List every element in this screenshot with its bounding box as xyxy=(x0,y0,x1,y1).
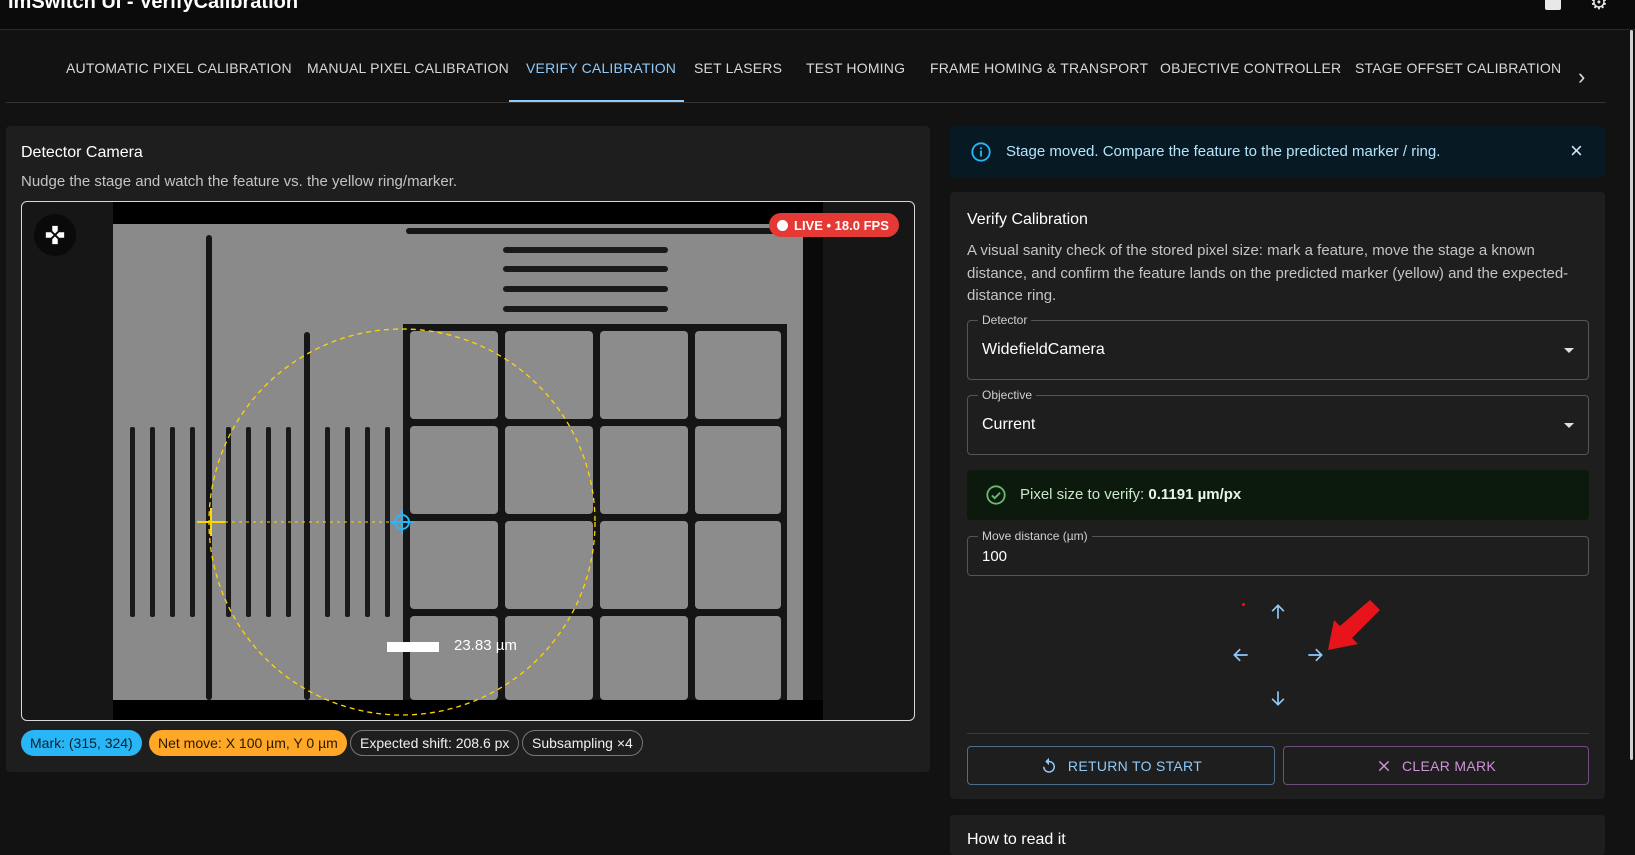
return-to-start-button[interactable]: RETURN TO START xyxy=(967,746,1275,785)
move-distance-label: Move distance (µm) xyxy=(978,529,1092,543)
tab-objective-controller[interactable]: OBJECTIVE CONTROLLER xyxy=(1160,60,1341,103)
tab-automatic-pixel-calibration[interactable]: AUTOMATIC PIXEL CALIBRATION xyxy=(66,60,292,103)
info-icon xyxy=(971,142,991,162)
camera-image[interactable]: 23.83 µm xyxy=(113,202,823,720)
pixel-size-label: Pixel size to verify: xyxy=(1020,486,1149,503)
mark-chip: Mark: (315, 324) xyxy=(21,730,142,756)
clear-mark-button[interactable]: CLEAR MARK xyxy=(1283,746,1589,785)
chevron-down-icon xyxy=(1564,348,1574,353)
annotation-arrow-icon xyxy=(1328,600,1380,650)
divider xyxy=(967,733,1589,734)
move-down-button[interactable] xyxy=(1263,683,1293,713)
gamepad-icon[interactable] xyxy=(34,214,76,256)
arrow-left-icon xyxy=(1233,648,1248,662)
live-fps-text: LIVE • 18.0 FPS xyxy=(794,217,889,233)
objective-value: Current xyxy=(982,416,1036,433)
tab-stage-offset-calibration[interactable]: STAGE OFFSET CALIBRATION xyxy=(1355,60,1561,103)
alert-message: Stage moved. Compare the feature to the … xyxy=(1006,143,1441,160)
arrow-up-icon xyxy=(1271,604,1285,619)
tab-bar: AUTOMATIC PIXEL CALIBRATION MANUAL PIXEL… xyxy=(6,30,1606,103)
chevron-down-icon xyxy=(1564,423,1574,428)
detector-label: Detector xyxy=(978,313,1032,327)
objective-select[interactable]: Objective Current xyxy=(967,388,1589,455)
how-to-title: How to read it xyxy=(967,831,1066,848)
camera-view[interactable]: 23.83 µm LIVE • 18.0 FPS xyxy=(21,201,915,721)
camera-title: Detector Camera xyxy=(21,144,143,161)
scrollbar[interactable] xyxy=(1630,30,1633,760)
move-up-button[interactable] xyxy=(1263,597,1293,627)
expected-shift-chip: Expected shift: 208.6 px xyxy=(350,730,520,756)
verify-description: A visual sanity check of the stored pixe… xyxy=(967,242,1569,304)
app-title: ImSwitch UI - VerifyCalibration xyxy=(8,0,299,13)
live-dot-icon xyxy=(777,219,788,231)
tab-manual-pixel-calibration[interactable]: MANUAL PIXEL CALIBRATION xyxy=(307,60,509,103)
detector-value: WidefieldCamera xyxy=(982,341,1105,358)
verify-title: Verify Calibration xyxy=(967,211,1088,228)
app-bar: ImSwitch UI - VerifyCalibration ⚙ xyxy=(0,0,1635,30)
tab-test-homing[interactable]: TEST HOMING xyxy=(806,60,905,103)
objective-label: Objective xyxy=(978,388,1037,402)
move-distance-field[interactable]: Move distance (µm) 100 xyxy=(967,529,1589,576)
live-fps-badge: LIVE • 18.0 FPS xyxy=(769,213,899,237)
pixel-size-alert: Pixel size to verify: 0.1191 µm/px xyxy=(967,470,1589,520)
tab-set-lasers[interactable]: SET LASERS xyxy=(694,60,782,103)
pixel-size-value: 0.1191 µm/px xyxy=(1148,486,1242,503)
pixel-size-text: Pixel size to verify: 0.1191 µm/px xyxy=(1020,486,1241,503)
window-icon[interactable] xyxy=(1545,0,1561,10)
scale-bar xyxy=(387,642,439,652)
tabs-scroll-right-icon[interactable]: › xyxy=(1578,64,1585,90)
scale-bar-label: 23.83 µm xyxy=(454,637,517,654)
verify-panel: Verify Calibration A visual sanity check… xyxy=(950,192,1605,799)
how-to-panel: How to read it xyxy=(950,815,1605,855)
close-icon[interactable]: × xyxy=(1570,138,1583,164)
restart-icon xyxy=(1042,757,1055,773)
close-icon xyxy=(1378,760,1390,771)
move-left-button[interactable] xyxy=(1226,640,1256,670)
net-move-chip: Net move: X 100 µm, Y 0 µm xyxy=(149,730,347,756)
red-dot xyxy=(1242,603,1245,606)
detector-select[interactable]: Detector WidefieldCamera xyxy=(967,313,1589,380)
check-circle-icon xyxy=(986,485,1006,505)
tab-verify-calibration[interactable]: VERIFY CALIBRATION xyxy=(526,60,676,103)
subsampling-chip: Subsampling ×4 xyxy=(522,730,643,756)
settings-gear-icon[interactable]: ⚙ xyxy=(1590,0,1608,15)
tab-frame-homing-transport[interactable]: FRAME HOMING & TRANSPORT xyxy=(930,60,1148,103)
camera-subtitle: Nudge the stage and watch the feature vs… xyxy=(21,173,458,190)
arrow-down-icon xyxy=(1271,691,1285,706)
move-distance-value[interactable]: 100 xyxy=(982,548,1007,565)
tab-active-indicator xyxy=(509,100,684,102)
return-to-start-label: RETURN TO START xyxy=(1067,757,1203,774)
clear-mark-label: CLEAR MARK xyxy=(1401,757,1497,774)
info-alert: Stage moved. Compare the feature to the … xyxy=(950,126,1605,178)
